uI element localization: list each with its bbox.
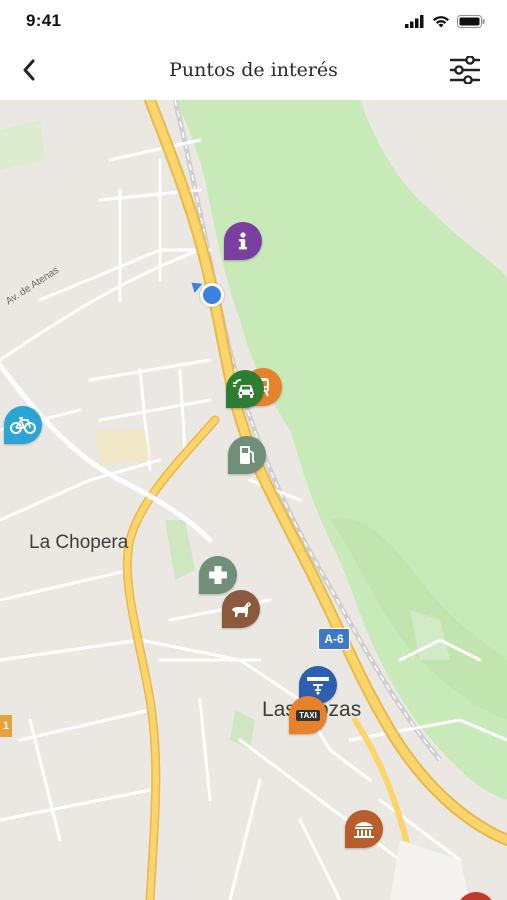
poi-gas-station[interactable] (228, 436, 266, 474)
poi-veterinary[interactable] (222, 590, 260, 628)
poi-bicycle[interactable] (4, 406, 42, 444)
poi-taxi[interactable]: TAXI (289, 696, 327, 734)
signal-icon (405, 13, 425, 32)
filter-button[interactable] (447, 54, 483, 90)
map-base (0, 100, 507, 900)
status-icons (405, 13, 485, 32)
map-view[interactable]: Av. de Atenas La Chopera Las Rozas A-6 1 (0, 100, 507, 900)
status-time: 9:41 (26, 11, 62, 30)
road-shield-edge: 1 (0, 715, 12, 737)
ev-charging-icon (232, 378, 258, 400)
info-icon (232, 230, 254, 252)
poi-info[interactable] (224, 222, 262, 260)
status-bar: 9:41 (0, 0, 507, 44)
battery-icon (457, 13, 485, 32)
car-wash-icon (305, 674, 331, 696)
dog-icon (229, 598, 253, 620)
poi-ev-charging[interactable] (226, 370, 264, 408)
medical-cross-icon (207, 564, 229, 586)
header: Puntos de interés (0, 44, 507, 100)
wifi-icon (432, 13, 450, 32)
road-shield-a6: A-6 (318, 628, 350, 650)
page-title: Puntos de interés (169, 59, 338, 81)
taxi-icon: TAXI (296, 709, 320, 721)
current-location-dot (200, 283, 224, 307)
monument-icon (352, 818, 376, 840)
poi-pharmacy[interactable] (199, 556, 237, 594)
poi-monument[interactable] (345, 810, 383, 848)
place-label-chopera: La Chopera (29, 532, 129, 553)
sliders-icon (449, 55, 481, 88)
bicycle-icon (9, 415, 37, 435)
gas-pump-icon (237, 444, 257, 466)
